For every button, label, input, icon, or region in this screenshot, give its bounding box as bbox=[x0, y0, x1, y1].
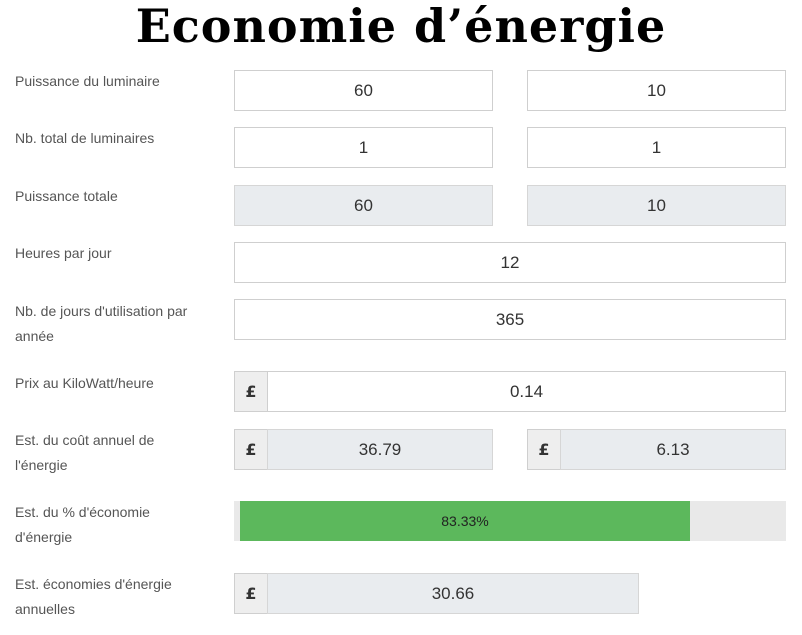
fixture-count-input-b[interactable] bbox=[527, 127, 786, 168]
savings-progress-fill: 83.33% bbox=[240, 501, 690, 541]
fixture-count-input-a[interactable] bbox=[234, 127, 493, 168]
hours-per-day-label: Heures par jour bbox=[15, 245, 112, 261]
annual-cost-value-b: 6.13 bbox=[560, 429, 786, 470]
total-power-value-a: 60 bbox=[234, 185, 493, 226]
fixture-count-label: Nb. total de luminaires bbox=[15, 130, 155, 146]
price-kwh-input[interactable] bbox=[267, 371, 786, 412]
fixture-power-input-a[interactable] bbox=[234, 70, 493, 111]
days-per-year-label: Nb. de jours d'utilisation par année bbox=[15, 303, 188, 344]
currency-addon: £ bbox=[234, 429, 268, 470]
annual-cost-label: Est. du coût annuel de l'énergie bbox=[15, 432, 155, 473]
annual-cost-value-a: 36.79 bbox=[267, 429, 493, 470]
fixture-power-label: Puissance du luminaire bbox=[15, 73, 160, 89]
price-kwh-label: Prix au KiloWatt/heure bbox=[15, 375, 154, 391]
annual-savings-value: 30.66 bbox=[267, 573, 639, 614]
page-title: Economie d’énergie bbox=[135, 0, 667, 53]
savings-progress-bar: 83.33% bbox=[234, 501, 786, 541]
currency-addon: £ bbox=[234, 371, 268, 412]
hours-per-day-input[interactable] bbox=[234, 242, 786, 283]
currency-addon: £ bbox=[527, 429, 561, 470]
total-power-value-b: 10 bbox=[527, 185, 786, 226]
annual-savings-label: Est. économies d'énergie annuelles bbox=[15, 576, 172, 617]
savings-percent-label: Est. du % d'économie d'énergie bbox=[15, 504, 150, 545]
total-power-label: Puissance totale bbox=[15, 188, 118, 204]
currency-addon: £ bbox=[234, 573, 268, 614]
fixture-power-input-b[interactable] bbox=[527, 70, 786, 111]
days-per-year-input[interactable] bbox=[234, 299, 786, 340]
